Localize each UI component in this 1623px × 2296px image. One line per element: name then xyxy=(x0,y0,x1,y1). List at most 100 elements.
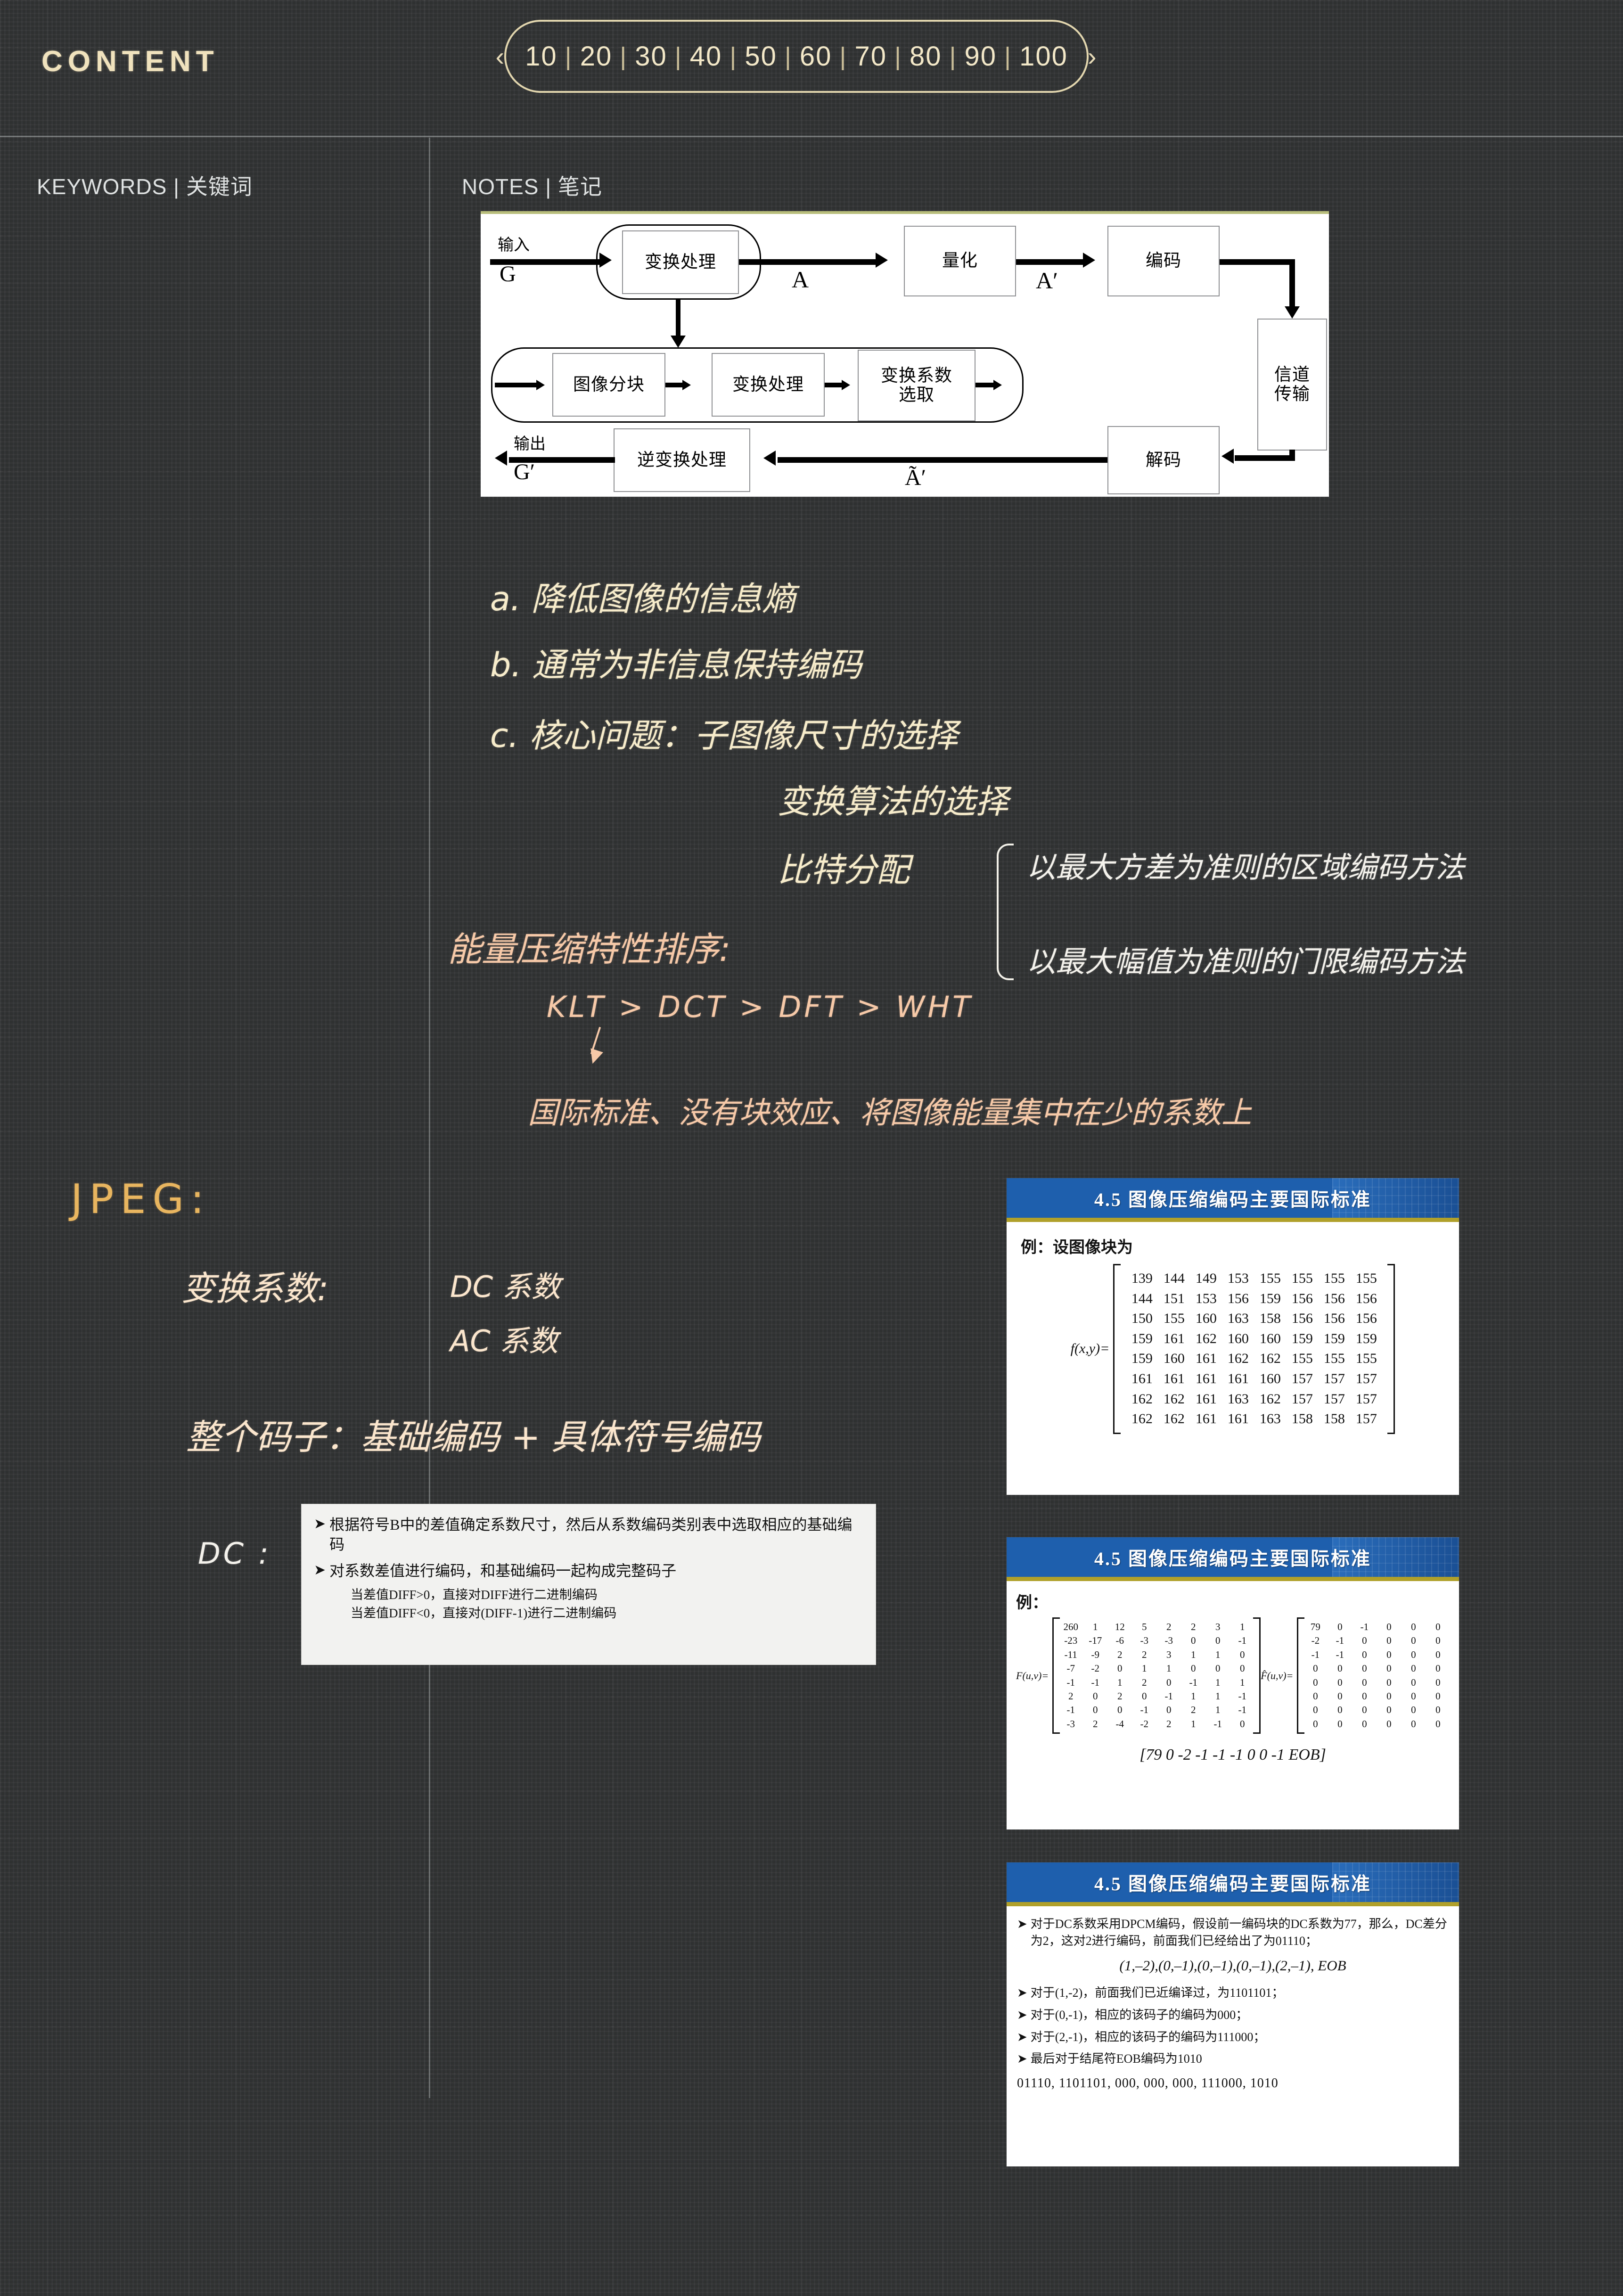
flow-output-symbol: G′ xyxy=(514,459,535,484)
flow-arrow-m2 xyxy=(842,380,850,390)
slide-3-bullet-3-text: 对于(0,-1)，相应的该码子的编码为000； xyxy=(1030,2008,1248,2022)
matrix-cell: 0 xyxy=(1411,1621,1416,1632)
matrix-cell: 2 xyxy=(1092,1718,1098,1730)
flow-arrow-down-split xyxy=(671,336,686,348)
matrix-cell: 0 xyxy=(1313,1704,1318,1716)
header-divider xyxy=(0,136,1623,137)
matrix-cell: -1 xyxy=(1238,1704,1246,1716)
matrix-cell: 0 xyxy=(1411,1635,1416,1647)
brace-item-2: 以最大幅值为准则的门限编码方法 xyxy=(1026,944,1465,979)
page-option-80[interactable]: 80 xyxy=(902,41,950,72)
matrix-cell: 0 xyxy=(1411,1663,1416,1674)
matrix-row: 161 161 161 161 160 157 157 157 xyxy=(1126,1369,1382,1389)
dc-label: DC : xyxy=(198,1536,271,1571)
matrix-cell: 0 xyxy=(1190,1635,1196,1647)
matrix-cell: 0 xyxy=(1411,1676,1416,1688)
matrix-cell: 0 xyxy=(1435,1676,1441,1688)
next-page-icon[interactable]: › xyxy=(1075,41,1110,72)
matrix-cell: 0 xyxy=(1337,1621,1343,1632)
matrix-cell: 0 xyxy=(1450,1703,1459,1717)
matrix-cell: 2 xyxy=(1117,1648,1123,1660)
coefficient-dc: DC 系数 xyxy=(450,1270,561,1304)
slide-3-bullet-5: ➤ 最后对于结尾符EOB编码为1010 xyxy=(1017,2050,1449,2067)
matrix-cell: 161 xyxy=(1195,1391,1217,1407)
slide-2-matrix-b-wrap: F̂(u,v)= 790-100000-2-1000000-1-10000000… xyxy=(1261,1617,1459,1734)
matrix-row: 00000000 xyxy=(1303,1676,1459,1689)
prev-page-icon[interactable]: ‹ xyxy=(484,41,518,72)
bullet-triangle-icon: ➤ xyxy=(1017,2052,1027,2066)
slide-2-matrix-a-wrap: F(u,v)= 260 1 12 5 2 2 3 1 -23 -17 -6 -3 -3 0 0 -1 -11 -9… xyxy=(1016,1617,1261,1734)
matrix-cell: 0 xyxy=(1450,1620,1459,1634)
slide-2-rule xyxy=(1007,1577,1459,1581)
matrix-cell: 2 xyxy=(1190,1704,1196,1716)
page-option-90[interactable]: 90 xyxy=(957,41,1005,72)
matrix-cell: 0 xyxy=(1362,1704,1367,1716)
flow-line-channel-left xyxy=(1235,455,1295,461)
slide-3-final-code: 01110, 1101101, 000, 000, 000, 111000, 1… xyxy=(1017,2076,1279,2091)
matrix-cell: 0 xyxy=(1239,1663,1245,1674)
matrix-cell: -3 xyxy=(1140,1635,1148,1647)
slide-3-bullet-3: ➤ 对于(0,-1)，相应的该码子的编码为000； xyxy=(1017,2007,1449,2024)
page-option-30[interactable]: 30 xyxy=(627,41,675,72)
note-line-b: b. 通常为非信息保持编码 xyxy=(490,646,862,684)
flow-box-transform-mid: 变换处理 xyxy=(712,353,825,417)
slide-3-bullet-5-text: 最后对于结尾符EOB编码为1010 xyxy=(1030,2052,1202,2066)
page-option-60[interactable]: 60 xyxy=(792,41,840,72)
matrix-cell: 5 xyxy=(1141,1621,1147,1632)
flow-box-coef-select: 变换系数 选取 xyxy=(858,350,975,421)
matrix-cell: 1 xyxy=(1215,1648,1221,1660)
matrix-cell: 161 xyxy=(1195,1411,1217,1427)
matrix-cell: 149 xyxy=(1195,1271,1217,1286)
codeword-composition-line: 整个码子：基础编码 + 具体符号编码 xyxy=(186,1417,761,1458)
keywords-column-label: KEYWORDS | 关键词 xyxy=(37,174,253,199)
page-number-selector[interactable]: ‹ 10 | 20 | 30 | 40 | 50 | 60 | 70 | 80 … xyxy=(496,20,1097,93)
slide-1-title: 4.5 图像压缩编码主要国际标准 xyxy=(1094,1189,1371,1210)
matrix-cell: -1 xyxy=(1189,1676,1197,1688)
matrix-cell: 160 xyxy=(1259,1330,1281,1346)
matrix-cell: 156 xyxy=(1355,1290,1377,1306)
matrix-cell: 161 xyxy=(1131,1370,1153,1386)
flow-line-down-split xyxy=(676,300,680,340)
matrix-cell: 162 xyxy=(1131,1391,1153,1407)
page-title: CONTENT xyxy=(41,45,219,78)
matrix-cell: 2 xyxy=(1190,1621,1196,1632)
dc-bullet-1: ➤ 根据符号B中的差值确定系数尺寸，然后从系数编码类别表中选取相应的基础编码 xyxy=(314,1515,863,1554)
matrix-cell: 0 xyxy=(1313,1718,1318,1730)
flow-line-in xyxy=(490,259,602,265)
slide-3-bullet-2-text: 对于(1,-2)，前面我们已近编译过，为1101101； xyxy=(1030,1985,1284,2000)
page-option-70[interactable]: 70 xyxy=(847,41,894,72)
page-option-100[interactable]: 100 xyxy=(1012,41,1075,72)
matrix-cell: 0 xyxy=(1215,1635,1221,1647)
matrix-cell: 161 xyxy=(1195,1370,1217,1386)
flow-line-mid-in xyxy=(495,383,540,387)
matrix-cell: -1 xyxy=(1066,1704,1075,1716)
matrix-cell: 155 xyxy=(1163,1311,1185,1327)
matrix-cell: 0 xyxy=(1117,1663,1123,1674)
matrix-cell: 162 xyxy=(1131,1411,1153,1427)
matrix-cell: 3 xyxy=(1166,1648,1172,1660)
slide-2-matrix-a: 260 1 12 5 2 2 3 1 -23 -17 -6 -3 -3 0 0 -1 -11 -9 2 2 3 1 1 0 -7… xyxy=(1052,1617,1261,1734)
matrix-cell: 0 xyxy=(1215,1663,1221,1674)
matrix-cell: 155 xyxy=(1323,1351,1345,1367)
bullet-triangle-icon: ➤ xyxy=(314,1516,326,1532)
matrix-row: 00000000 xyxy=(1303,1703,1459,1717)
page-option-40[interactable]: 40 xyxy=(682,41,730,72)
slide-3-center-formula: (1,–2),(0,–1),(0,–1),(0,–1),(2,–1), EOB xyxy=(1119,1957,1346,1974)
page-option-10[interactable]: 10 xyxy=(517,41,565,72)
pager-separator: | xyxy=(839,42,847,71)
flow-line-a xyxy=(739,259,880,265)
page-option-50[interactable]: 50 xyxy=(737,41,785,72)
matrix-cell: 12 xyxy=(1115,1621,1125,1632)
matrix-cell: 0 xyxy=(1362,1635,1367,1647)
slide-2-header: 4.5 图像压缩编码主要国际标准 xyxy=(1007,1537,1459,1577)
page-option-20[interactable]: 20 xyxy=(573,41,620,72)
matrix-row: -1 0 0 -1 0 2 1 -1 xyxy=(1058,1703,1254,1717)
flow-arrow-to-decode xyxy=(1221,449,1234,464)
note-line-c: c. 核心问题：子图像尺寸的选择 xyxy=(490,716,958,755)
slide-2-coefficient-vector: [79 0 -2 -1 -1 -1 0 0 -1 EOB] xyxy=(1139,1746,1326,1764)
matrix-cell: 0 xyxy=(1166,1676,1172,1688)
dc-bullet-2: ➤ 对系数差值进行编码，和基础编码一起构成完整码子 xyxy=(314,1561,863,1581)
slide-3-rule xyxy=(1007,1902,1459,1906)
coefficient-label: 变换系数: xyxy=(181,1269,329,1308)
matrix-cell: 158 xyxy=(1323,1411,1345,1427)
